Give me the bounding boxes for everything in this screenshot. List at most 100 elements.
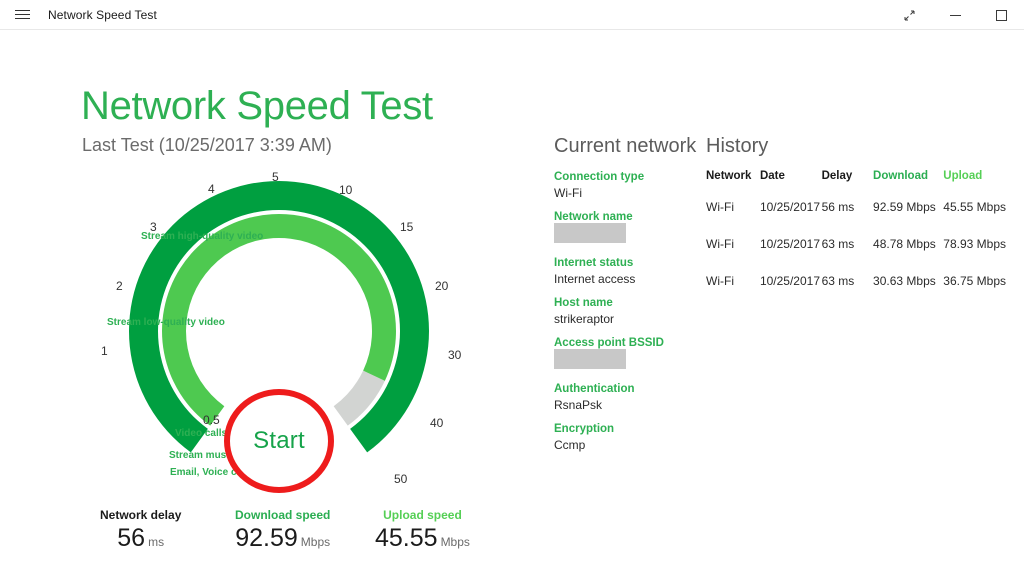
hamburger-line xyxy=(14,10,30,11)
field-label: Authentication xyxy=(554,383,635,395)
metric-number: 92.59 xyxy=(235,524,298,552)
gauge-tick-15: 15 xyxy=(400,220,414,234)
gauge-activity-label: Stream high-quality video xyxy=(141,231,264,242)
field-host-name: Host name strikeraptor xyxy=(554,296,699,327)
field-network-name: Network name xyxy=(554,210,699,243)
gauge-activity-label: Stream low-quality video xyxy=(107,317,225,328)
redacted-value-box xyxy=(554,223,626,243)
history-cell-date: 10/25/2017 xyxy=(759,200,820,214)
table-row[interactable]: Wi-Fi 10/25/2017 63 ms 48.78 Mbps 78.93 Mbps xyxy=(706,237,1006,274)
table-row[interactable]: Wi-Fi 10/25/2017 63 ms 30.63 Mbps 36.75 Mbps xyxy=(706,274,1006,311)
metric-value: 92.59 Mbps xyxy=(235,524,330,553)
metric-download-speed: Download speed 92.59 Mbps xyxy=(235,508,330,553)
history-table: Network Date Delay Download Upload Wi-Fi 10/2… xyxy=(706,170,1006,311)
history-cell-upload: 78.93 Mbps xyxy=(943,237,1006,251)
window-controls xyxy=(886,0,1024,30)
history-panel: History Network Date Delay Download Upload W… xyxy=(706,135,1016,311)
history-col-upload: Upload xyxy=(943,170,983,182)
history-cell-delay: 63 ms xyxy=(821,274,855,288)
field-value: RsnaPsk xyxy=(554,398,603,412)
gauge-tick-10: 10 xyxy=(339,183,353,197)
history-cell-delay: 56 ms xyxy=(821,200,855,214)
metric-label: Download speed xyxy=(235,508,331,522)
minimize-button[interactable] xyxy=(932,0,978,30)
gauge-tick-1: 1 xyxy=(101,344,108,358)
field-connection-type: Connection type Wi-Fi xyxy=(554,170,699,201)
history-cell-upload: 36.75 Mbps xyxy=(943,274,1006,288)
app-root: Network Speed Test Network Speed Test La… xyxy=(0,0,1024,565)
field-label: Internet status xyxy=(554,257,634,269)
start-button[interactable]: Start xyxy=(224,389,334,493)
gauge-activity-label: Video calls xyxy=(175,428,228,439)
history-cell-network: Wi-Fi xyxy=(706,237,734,251)
redacted-value-box xyxy=(554,349,626,369)
field-label: Connection type xyxy=(554,171,645,183)
history-col-network: Network xyxy=(706,170,752,182)
current-network-fields: Connection type Wi-Fi Network name Internet… xyxy=(554,170,699,453)
metric-value: 56 ms xyxy=(100,524,181,553)
metric-value: 45.55 Mbps xyxy=(375,524,470,553)
metric-number: 56 xyxy=(117,524,146,552)
field-value: Internet access xyxy=(554,272,636,286)
field-authentication: Authentication RsnaPsk xyxy=(554,382,699,413)
table-row[interactable]: Wi-Fi 10/25/2017 56 ms 92.59 Mbps 45.55 Mbps xyxy=(706,200,1006,237)
gauge-tick-5: 5 xyxy=(272,170,279,184)
history-table-body: Wi-Fi 10/25/2017 56 ms 92.59 Mbps 45.55 Mbps… xyxy=(706,200,1006,311)
history-col-date: Date xyxy=(759,170,785,182)
field-access-point-bssid: Access point BSSID xyxy=(554,336,699,369)
metric-label: Upload speed xyxy=(383,508,462,522)
history-heading: History xyxy=(706,135,769,157)
current-network-panel: Current network Connection type Wi-Fi Netw… xyxy=(554,135,699,462)
maximize-icon xyxy=(995,9,1007,21)
history-cell-download: 30.63 Mbps xyxy=(873,274,936,288)
fullscreen-button[interactable] xyxy=(886,0,932,30)
field-label: Access point BSSID xyxy=(554,337,664,349)
page-title: Network Speed Test xyxy=(81,84,433,128)
history-cell-network: Wi-Fi xyxy=(706,274,734,288)
metric-upload-speed: Upload speed 45.55 Mbps xyxy=(375,508,470,553)
history-table-head: Network Date Delay Download Upload xyxy=(706,170,1006,200)
gauge-tick-50: 50 xyxy=(394,472,408,486)
page-subtitle: Last Test (10/25/2017 3:39 AM) xyxy=(82,135,332,155)
history-cell-upload: 45.55 Mbps xyxy=(943,200,1006,214)
gauge-tick-2: 2 xyxy=(116,279,123,293)
summary-metrics: Network delay 56 ms Download speed 92.59 M… xyxy=(80,508,480,563)
gauge-tick-40: 40 xyxy=(430,416,444,430)
hamburger-line xyxy=(14,18,30,19)
history-cell-date: 10/25/2017 xyxy=(759,274,820,288)
metric-number: 45.55 xyxy=(375,524,438,552)
metric-unit: Mbps xyxy=(440,535,470,549)
field-label: Encryption xyxy=(554,423,615,435)
history-header-row: Network Date Delay Download Upload xyxy=(706,170,1006,200)
history-cell-date: 10/25/2017 xyxy=(759,237,820,251)
field-internet-status: Internet status Internet access xyxy=(554,256,699,287)
maximize-button[interactable] xyxy=(978,0,1024,30)
field-encryption: Encryption Ccmp xyxy=(554,422,699,453)
gauge-tick-0-5: 0.5 xyxy=(203,413,220,427)
hamburger-line xyxy=(14,14,30,15)
title-bar: Network Speed Test xyxy=(0,0,1024,30)
history-cell-delay: 63 ms xyxy=(821,237,855,251)
gauge-tick-20: 20 xyxy=(435,279,449,293)
history-cell-download: 48.78 Mbps xyxy=(873,237,936,251)
field-value: strikeraptor xyxy=(554,312,615,326)
metric-label: Network delay xyxy=(100,508,182,522)
field-value: Ccmp xyxy=(554,438,586,452)
app-title: Network Speed Test xyxy=(48,7,157,22)
gauge-tick-30: 30 xyxy=(448,348,462,362)
field-value: Wi-Fi xyxy=(554,186,582,200)
field-label: Network name xyxy=(554,211,633,223)
diagonal-arrow-icon xyxy=(904,10,914,20)
history-cell-download: 92.59 Mbps xyxy=(873,200,936,214)
history-col-download: Download xyxy=(873,170,928,182)
history-col-delay: Delay xyxy=(821,170,853,182)
hamburger-icon[interactable] xyxy=(0,0,44,30)
field-label: Host name xyxy=(554,297,613,309)
metric-network-delay: Network delay 56 ms xyxy=(100,508,181,553)
start-button-label: Start xyxy=(253,427,305,454)
minimize-icon xyxy=(949,14,961,16)
current-network-heading: Current network xyxy=(554,135,697,157)
gauge-tick-4: 4 xyxy=(208,182,215,196)
metric-unit: ms xyxy=(148,535,165,549)
history-cell-network: Wi-Fi xyxy=(706,200,734,214)
